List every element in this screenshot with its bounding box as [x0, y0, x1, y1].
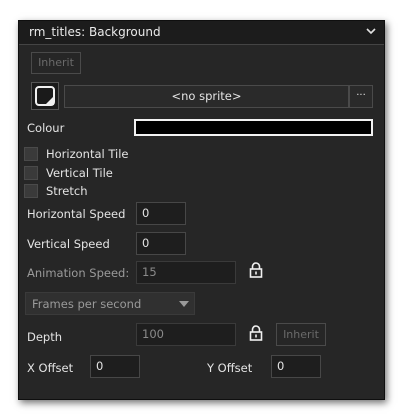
sprite-more-button[interactable]: ··· — [349, 85, 373, 108]
vertical-tile-label: Vertical Tile — [46, 166, 113, 180]
lock-icon[interactable] — [249, 325, 263, 341]
animation-speed-input[interactable]: 15 — [136, 261, 236, 284]
stretch-checkbox[interactable] — [24, 184, 38, 198]
horizontal-speed-label: Horizontal Speed — [27, 207, 126, 221]
colour-label: Colour — [27, 121, 65, 135]
panel-titlebar[interactable]: rm_titles: Background — [19, 21, 384, 45]
y-offset-label: Y Offset — [207, 361, 253, 375]
depth-label: Depth — [27, 330, 63, 344]
speed-units-selected: Frames per second — [32, 297, 142, 311]
x-offset-input[interactable]: 0 — [90, 355, 140, 378]
horizontal-tile-checkbox[interactable] — [24, 147, 38, 161]
inherit-button-top[interactable]: Inherit — [31, 52, 81, 74]
x-offset-label: X Offset — [27, 361, 74, 375]
panel-title: rm_titles: Background — [29, 25, 161, 39]
chevron-down-icon[interactable] — [364, 24, 378, 38]
stretch-label: Stretch — [46, 184, 88, 198]
colour-swatch[interactable] — [134, 119, 373, 136]
vertical-speed-input[interactable]: 0 — [136, 232, 186, 255]
dropdown-arrow-icon — [179, 301, 189, 307]
depth-inherit-button[interactable]: Inherit — [276, 323, 326, 346]
speed-units-dropdown[interactable]: Frames per second — [25, 292, 195, 315]
depth-input[interactable]: 100 — [136, 323, 236, 346]
sprite-placeholder-icon — [35, 86, 55, 106]
y-offset-input[interactable]: 0 — [271, 355, 321, 378]
background-properties-panel: rm_titles: Background Inherit <no sprite… — [18, 20, 385, 400]
horizontal-speed-input[interactable]: 0 — [136, 202, 186, 225]
vertical-speed-label: Vertical Speed — [27, 237, 110, 251]
vertical-tile-checkbox[interactable] — [24, 166, 38, 180]
horizontal-tile-label: Horizontal Tile — [46, 147, 129, 161]
sprite-preview-icon[interactable] — [31, 82, 59, 110]
lock-icon[interactable] — [249, 262, 263, 278]
sprite-selector[interactable]: <no sprite> — [64, 85, 349, 108]
animation-speed-label: Animation Speed: — [27, 266, 130, 280]
